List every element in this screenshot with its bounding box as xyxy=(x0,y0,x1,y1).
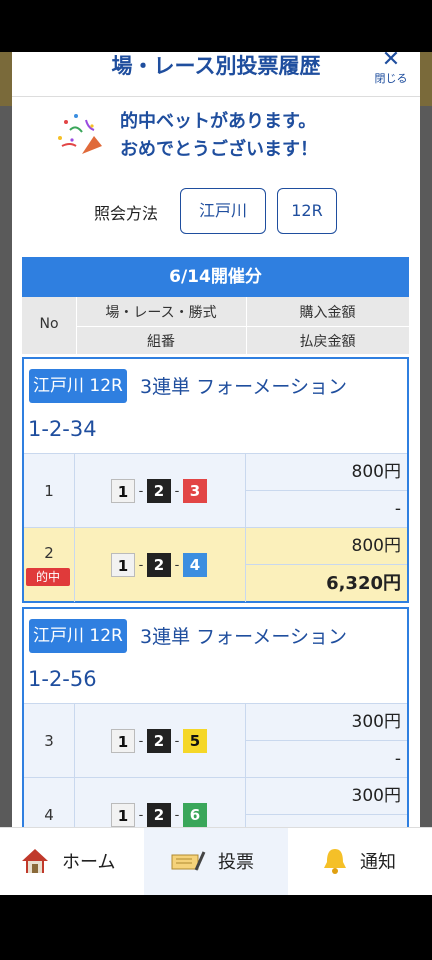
boat-number: 4 xyxy=(183,553,207,577)
combo-summary: 1-2-34 xyxy=(28,417,97,441)
col-combo: 組番 xyxy=(147,334,175,350)
col-race: 場・レース・勝式 xyxy=(105,305,217,321)
row-combo: 1-2-4 xyxy=(74,528,246,602)
row-no: 2 xyxy=(44,544,54,562)
buy-amount: 300円 xyxy=(246,704,407,741)
query-label: 照会方法 xyxy=(94,204,159,223)
venue-race-link[interactable]: 江戸川 12R xyxy=(29,619,127,653)
bet-row: 3 1-2-5 300円 - xyxy=(24,703,407,778)
pay-amount: 6,320円 xyxy=(326,573,401,594)
nav-notice-label: 通知 xyxy=(360,852,396,873)
ticket-icon xyxy=(171,851,206,871)
buy-amount: 300円 xyxy=(246,778,407,815)
boat-number: 5 xyxy=(183,729,207,753)
modal-title: 場・レース別投票履歴 xyxy=(111,54,321,78)
row-combo: 1-2-5 xyxy=(74,704,246,778)
boat-number: 6 xyxy=(183,803,207,827)
bet-row: 1 1-2-3 800円 - xyxy=(24,453,407,528)
boat-number: 1 xyxy=(111,803,135,827)
congrats-text: 的中ベットがあります。 おめでとうございます！ xyxy=(120,108,318,164)
boat-number: 1 xyxy=(111,729,135,753)
congrats-line-2: おめでとうございます！ xyxy=(120,139,318,160)
column-header: No 場・レース・勝式 組番 購入金額 払戻金額 xyxy=(22,297,409,355)
row-divider xyxy=(76,326,409,327)
close-label: 閉じる xyxy=(374,72,408,85)
close-icon: ✕ xyxy=(381,52,401,72)
venue-race-link[interactable]: 江戸川 12R xyxy=(29,369,127,403)
close-button[interactable]: ✕ 閉じる xyxy=(368,52,414,90)
query-venue-button[interactable]: 江戸川 xyxy=(180,188,266,234)
nav-vote-label: 投票 xyxy=(218,852,254,873)
system-nav-bar xyxy=(0,895,432,960)
venue-race-label: 江戸川 12R xyxy=(33,376,123,396)
race-block: 江戸川 12R 3連単 フォーメーション 1-2-34 1 1-2-3 800円… xyxy=(22,357,409,603)
dash: - xyxy=(174,483,180,499)
race-header: 江戸川 12R 3連単 フォーメーション 1-2-56 xyxy=(24,609,407,703)
boat-number: 1 xyxy=(111,479,135,503)
dash: - xyxy=(174,557,180,573)
pay-amount: - xyxy=(394,749,401,769)
dash: - xyxy=(138,733,144,749)
boat-numbers: 1-2-3 xyxy=(111,479,207,503)
race-block: 江戸川 12R 3連単 フォーメーション 1-2-56 3 1-2-5 300円… xyxy=(22,607,409,832)
bet-type: 3連単 フォーメーション xyxy=(140,376,347,398)
row-no: 1 xyxy=(44,482,54,500)
congrats-message: 的中ベットがあります。 おめでとうございます！ xyxy=(52,108,392,168)
boat-number: 1 xyxy=(111,553,135,577)
row-combo: 1-2-6 xyxy=(74,778,246,832)
congrats-line-1: 的中ベットがあります。 xyxy=(120,111,317,132)
bet-row: 4 1-2-6 300円 - xyxy=(24,777,407,832)
header-divider xyxy=(12,96,420,97)
screen: { "modal": { "title": "場・レース別投票履歴", "clo… xyxy=(0,0,432,960)
boat-number: 3 xyxy=(183,479,207,503)
status-bar xyxy=(0,0,432,52)
boat-numbers: 1-2-5 xyxy=(111,729,207,753)
bet-row-hit: 2 的中 1-2-4 800円 6,320円 xyxy=(24,527,407,602)
pay-amount: - xyxy=(394,499,401,519)
boat-numbers: 1-2-6 xyxy=(111,803,207,827)
nav-home-label: ホーム xyxy=(62,852,116,873)
dash: - xyxy=(138,483,144,499)
bet-history-table: 6/14開催分 No 場・レース・勝式 組番 購入金額 払戻金額 江戸川 12R… xyxy=(22,257,409,832)
home-icon xyxy=(22,849,48,873)
col-pay: 払戻金額 xyxy=(299,334,356,350)
buy-amount: 800円 xyxy=(246,454,407,491)
row-no: 3 xyxy=(44,732,54,750)
dash: - xyxy=(138,557,144,573)
nav-home[interactable]: ホーム xyxy=(0,828,144,896)
combo-summary: 1-2-56 xyxy=(28,667,97,691)
nav-vote[interactable]: 投票 xyxy=(144,828,288,896)
bottom-nav: ホーム 投票 通知 xyxy=(0,827,432,896)
nav-notice[interactable]: 通知 xyxy=(288,828,432,896)
dash: - xyxy=(174,807,180,823)
boat-number: 2 xyxy=(147,729,171,753)
query-method: 照会方法 江戸川 12R xyxy=(12,188,420,234)
boat-number: 2 xyxy=(147,553,171,577)
dash: - xyxy=(174,733,180,749)
venue-race-label: 江戸川 12R xyxy=(33,626,123,646)
hit-badge: 的中 xyxy=(26,568,70,586)
history-modal: 場・レース別投票履歴 ✕ 閉じる 的中ベットがあります。 おめでとうございます！… xyxy=(12,52,420,832)
boat-number: 2 xyxy=(147,479,171,503)
col-buy: 購入金額 xyxy=(299,305,356,321)
boat-numbers: 1-2-4 xyxy=(111,553,207,577)
boat-number: 2 xyxy=(147,803,171,827)
row-combo: 1-2-3 xyxy=(74,454,246,528)
date-header: 6/14開催分 xyxy=(22,257,409,297)
race-header: 江戸川 12R 3連単 フォーメーション 1-2-34 xyxy=(24,359,407,453)
bell-icon xyxy=(324,849,346,874)
bet-type: 3連単 フォーメーション xyxy=(140,626,347,648)
query-race-button[interactable]: 12R xyxy=(277,188,337,234)
buy-amount: 800円 xyxy=(246,528,407,565)
col-no: No xyxy=(39,316,59,332)
row-no: 4 xyxy=(44,806,54,824)
party-popper-icon xyxy=(58,114,102,154)
dash: - xyxy=(138,807,144,823)
